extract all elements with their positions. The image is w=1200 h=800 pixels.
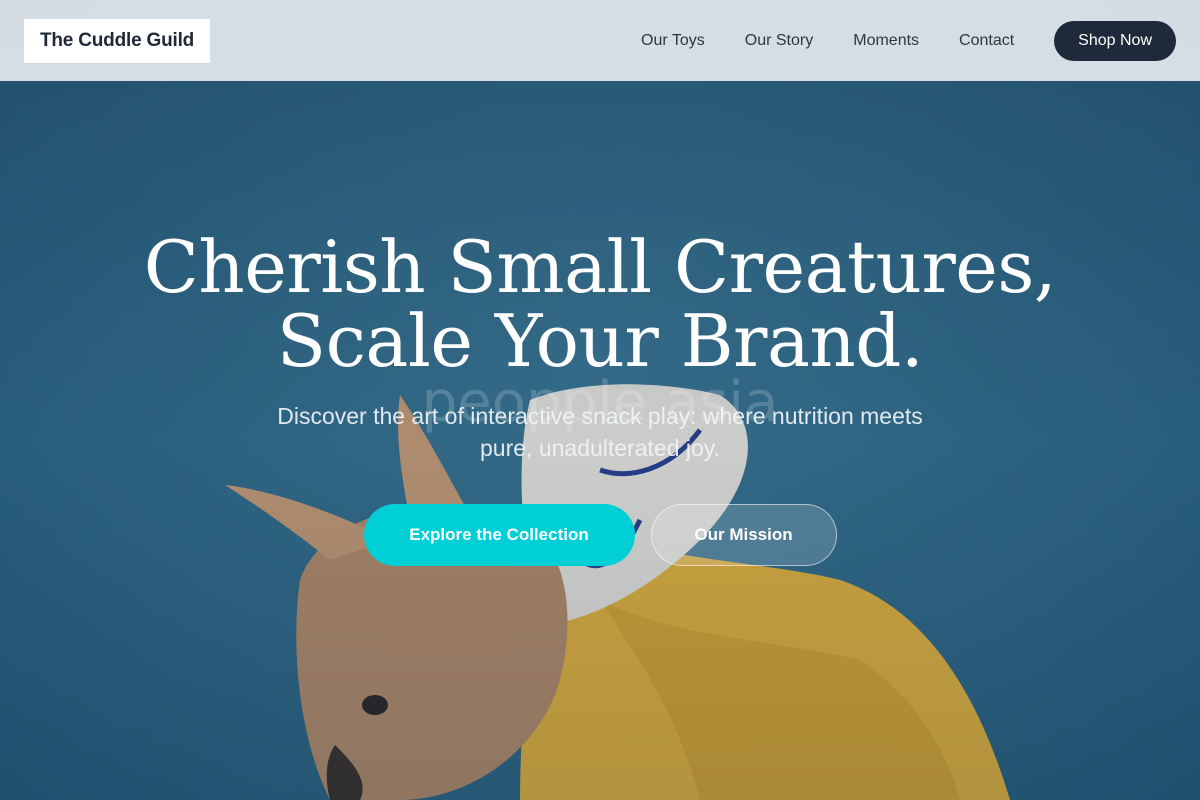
nav-link-contact[interactable]: Contact <box>959 32 1014 50</box>
hero-headline-line-2: Scale Your Brand. <box>276 299 924 383</box>
explore-collection-button[interactable]: Explore the Collection <box>363 504 635 566</box>
nav-links: Our Toys Our Story Moments Contact <box>641 32 1014 50</box>
brand-logo[interactable]: The Cuddle Guild <box>24 18 211 63</box>
hero-content: Cherish Small Creatures, Scale Your Bran… <box>0 230 1200 566</box>
hero-headline-line-1: Cherish Small Creatures, <box>143 225 1057 309</box>
hero-headline: Cherish Small Creatures, Scale Your Bran… <box>0 230 1200 378</box>
nav-link-our-toys[interactable]: Our Toys <box>641 32 705 50</box>
hero-cta-row: Explore the Collection Our Mission <box>0 504 1200 566</box>
nav-link-moments[interactable]: Moments <box>853 32 919 50</box>
hero-subtitle: Discover the art of interactive snack pl… <box>277 403 923 461</box>
our-mission-button[interactable]: Our Mission <box>650 504 837 566</box>
top-navbar: The Cuddle Guild Our Toys Our Story Mome… <box>0 0 1200 81</box>
nav-link-our-story[interactable]: Our Story <box>745 32 813 50</box>
shop-now-button[interactable]: Shop Now <box>1054 20 1176 61</box>
